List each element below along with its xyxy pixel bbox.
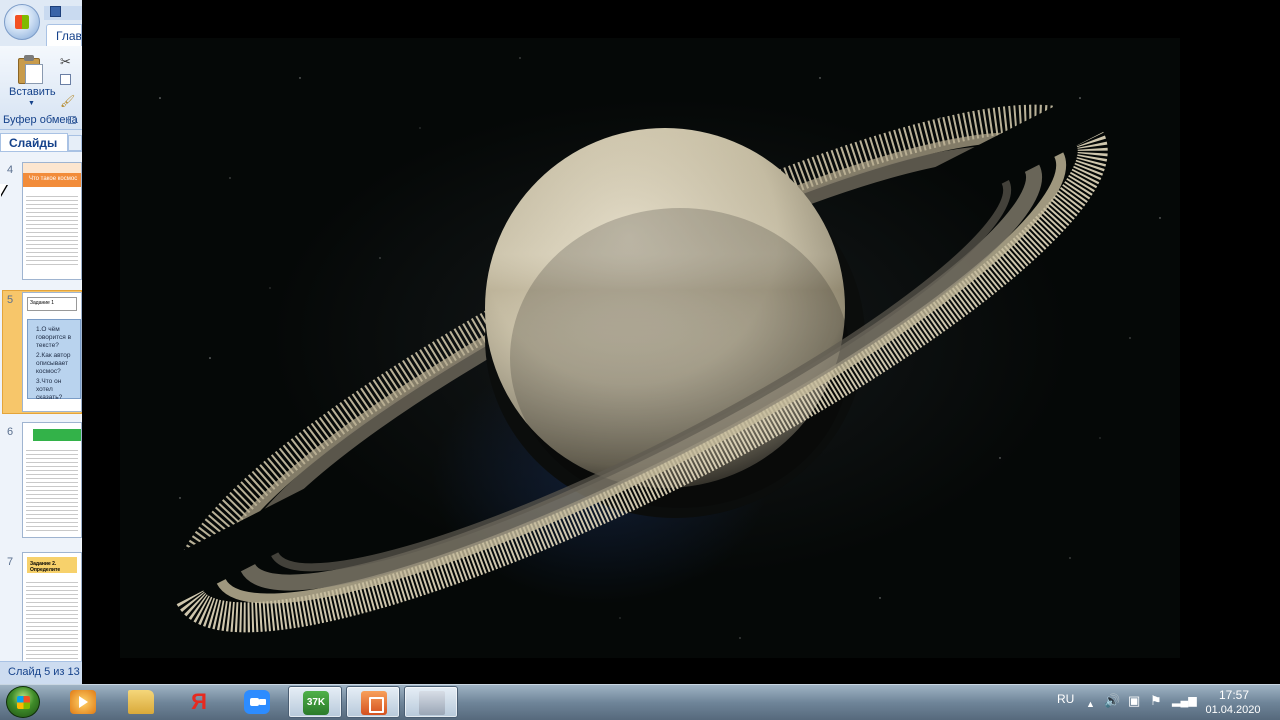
paste-button-label[interactable]: Вставить xyxy=(9,86,56,98)
powerpoint-icon xyxy=(361,691,387,715)
slide-number: 7 xyxy=(7,556,14,568)
play-icon xyxy=(70,690,96,714)
format-painter-icon[interactable]: 🖌 xyxy=(60,94,75,108)
device-icon[interactable]: ▣ xyxy=(1128,694,1140,708)
clock-date[interactable]: 01.04.2020 xyxy=(1200,704,1266,716)
taskbar-app-powerpoint[interactable] xyxy=(346,686,400,718)
zoom-icon xyxy=(244,690,270,714)
volume-icon[interactable]: 🔊 xyxy=(1104,694,1120,708)
tab-outline[interactable] xyxy=(68,135,82,151)
tab-home[interactable]: Главная xyxy=(46,24,82,46)
saturn-illustration xyxy=(159,57,1161,639)
powerpoint-window: Главная Вставить ▼ ✂ 🖌 Буфер обмена Слай… xyxy=(0,0,82,684)
slide-question-2: 2.Как автор описывает космос? xyxy=(36,352,71,375)
taskbar-app-zoom[interactable] xyxy=(230,686,284,718)
slide-question-box: 1.О чём говорится в тексте? 2.Как автор … xyxy=(27,319,81,401)
network-icon xyxy=(419,691,445,715)
clock-time[interactable]: 17:57 xyxy=(1214,688,1254,702)
slide-question-3: 3.Что он хотел сказать? xyxy=(36,378,63,401)
chevron-down-icon[interactable]: ▼ xyxy=(28,100,35,107)
flag-icon[interactable]: ⚑ xyxy=(1150,694,1162,708)
taskbar-app-yandex-browser[interactable]: Я xyxy=(172,686,226,718)
language-indicator[interactable]: RU xyxy=(1057,692,1074,706)
slide-number: 5 xyxy=(7,294,14,306)
status-bar-slide-counter: Слайд 5 из 13 xyxy=(0,661,82,684)
slide-thumbnail-5[interactable]: Задание 1 1.О чём говорится в тексте? 2.… xyxy=(22,292,82,412)
slide-thumbnail-4[interactable]: Что такое космос xyxy=(22,162,82,280)
slide-thumbnail-title: Задание 1 xyxy=(27,297,77,311)
slide-thumbnail-pane[interactable]: 4 Что такое космос 5 Задание 1 1.О чём г… xyxy=(0,151,82,662)
office-button[interactable] xyxy=(4,4,40,40)
taskbar-app-explorer[interactable] xyxy=(114,686,168,718)
slide-thumbnail-title: Задание 2. Определите xyxy=(27,557,77,573)
folder-icon xyxy=(128,690,154,714)
screen: Главная Вставить ▼ ✂ 🖌 Буфер обмена Слай… xyxy=(0,0,1280,720)
mouse-cursor-icon xyxy=(0,184,7,196)
copy-icon[interactable] xyxy=(60,74,71,85)
taskbar-app-network[interactable] xyxy=(404,686,458,718)
slide-question-1: 1.О чём говорится в тексте? xyxy=(36,326,72,349)
saturn-video-frame xyxy=(120,38,1180,658)
start-button[interactable] xyxy=(6,686,40,718)
slide-thumbnail-6[interactable] xyxy=(22,422,82,538)
video-player[interactable] xyxy=(82,8,1280,682)
yandex-icon: Я xyxy=(191,689,207,714)
paste-icon[interactable] xyxy=(18,54,44,84)
slide-thumbnail-title: Что такое космос xyxy=(23,173,81,187)
scissors-icon[interactable]: ✂ xyxy=(60,54,71,70)
taskbar-app-movie-maker[interactable]: 37K xyxy=(288,686,342,718)
taskbar-app-media-player[interactable] xyxy=(56,686,110,718)
save-icon[interactable] xyxy=(50,6,61,17)
slide-number: 6 xyxy=(7,426,14,438)
movie-icon: 37K xyxy=(303,691,329,715)
slide-number: 4 xyxy=(7,164,14,176)
signal-icon[interactable]: ▂▄▆ xyxy=(1172,694,1197,708)
clipboard-group-label: Буфер обмена xyxy=(3,114,78,126)
dialog-launcher-icon[interactable] xyxy=(68,116,76,124)
tab-slides[interactable]: Слайды xyxy=(0,133,68,151)
show-hidden-icons-icon[interactable]: ▲ xyxy=(1086,697,1095,711)
slide-thumbnail-7[interactable]: Задание 2. Определите xyxy=(22,552,82,662)
